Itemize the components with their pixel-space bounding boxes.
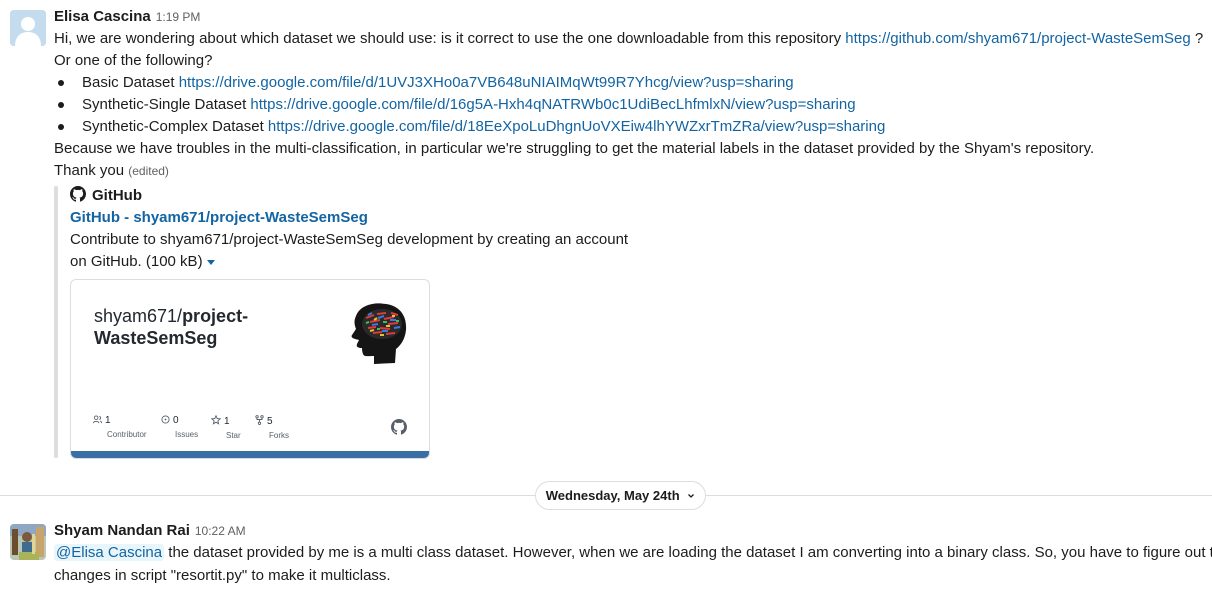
repo-name-part: project- [182, 306, 249, 326]
stat-forks: 5 Forks [255, 415, 315, 440]
card-accent-bar [71, 451, 429, 458]
chevron-down-icon[interactable] [687, 493, 695, 499]
message-text: ? [1190, 30, 1204, 47]
timestamp[interactable]: 1:19 PM [156, 10, 201, 24]
message-line: Because we have troubles in the multi-cl… [54, 140, 1095, 157]
stat-value: 1 [105, 415, 111, 426]
issue-icon [161, 415, 170, 424]
sender-name[interactable]: Elisa Cascina 1:19 PM [54, 6, 200, 28]
date-divider-label[interactable]: Wednesday, May 24th [546, 488, 680, 503]
message-line: Hi, we are wondering about which dataset… [54, 28, 1203, 50]
attachment-bar [54, 186, 58, 458]
dataset-link-synthetic-complex[interactable]: https://drive.google.com/file/d/18EeXpoL… [268, 118, 885, 135]
list-item-label: Synthetic-Complex Dataset [82, 118, 268, 135]
repo-owner: shyam671/ [94, 306, 183, 326]
date-divider-button[interactable]: Wednesday, May 24th [535, 481, 706, 510]
message-line: Or one of the following? [54, 52, 213, 69]
dataset-link-synthetic-single[interactable]: https://drive.google.com/file/d/16g5A-Hx… [250, 96, 855, 113]
bullet-icon [58, 80, 64, 86]
avatar[interactable] [10, 524, 46, 560]
stat-contributors: 1 Contributor [93, 415, 153, 439]
user-photo-avatar [10, 524, 46, 560]
edited-label: (edited) [128, 164, 169, 178]
bullet-icon [58, 102, 64, 108]
star-icon [210, 414, 222, 425]
message-line: Thank you (edited) [54, 160, 169, 182]
dataset-link-basic[interactable]: https://drive.google.com/file/d/1UVJ3XHo… [179, 74, 794, 91]
sender-name[interactable]: Shyam Nandan Rai 10:22 AM [54, 520, 246, 542]
fork-icon [255, 415, 264, 425]
avatar[interactable] [10, 10, 46, 46]
repo-card-title: shyam671/project- WasteSemSeg [94, 305, 248, 349]
message-line: changes in script "resortit.py" to make … [54, 567, 391, 584]
unfurl-title-link[interactable]: GitHub - shyam671/project-WasteSemSeg [70, 207, 368, 229]
unfurl-site-name: GitHub [92, 187, 142, 204]
message-text: the dataset provided by me is a multi cl… [164, 544, 1212, 561]
bullet-icon [58, 124, 64, 130]
sender-name-text[interactable]: Shyam Nandan Rai [54, 522, 190, 539]
people-icon [93, 415, 102, 424]
list-item: Synthetic-Complex Dataset https://drive.… [82, 116, 885, 138]
message-text: Thank you [54, 162, 129, 179]
list-item-label: Basic Dataset [82, 74, 179, 91]
unfurl-description: Contribute to shyam671/project-WasteSemS… [70, 231, 629, 248]
unfurl-description-text: on GitHub. (100 kB) [70, 253, 203, 270]
github-icon [70, 186, 86, 202]
stat-label: Forks [269, 431, 289, 440]
stat-label: Contributor [107, 430, 147, 439]
stat-value: 5 [267, 416, 273, 427]
message-text: Hi, we are wondering about which dataset… [54, 30, 846, 47]
collapse-caret-icon[interactable] [206, 259, 215, 265]
user-mention[interactable]: @Elisa Cascina [54, 544, 165, 561]
sender-name-text[interactable]: Elisa Cascina [54, 8, 151, 25]
default-avatar-icon [10, 10, 46, 46]
list-item: Synthetic-Single Dataset https://drive.g… [82, 94, 856, 116]
message-line: @Elisa Cascina the dataset provided by m… [54, 542, 1212, 564]
timestamp[interactable]: 10:22 AM [195, 524, 246, 538]
stat-value: 0 [173, 415, 179, 426]
list-item-label: Synthetic-Single Dataset [82, 96, 251, 113]
github-logo-icon [391, 419, 407, 435]
unfurl-description: on GitHub. (100 kB) [70, 251, 215, 273]
repo-link[interactable]: https://github.com/shyam671/project-Wast… [845, 30, 1190, 47]
repo-preview-card[interactable]: shyam671/project- WasteSemSeg 1 Contribu… [70, 279, 430, 459]
list-item: Basic Dataset https://drive.google.com/f… [82, 72, 794, 94]
repo-name-part: WasteSemSeg [94, 328, 218, 348]
stat-value: 1 [224, 416, 230, 427]
brain-head-illustration [351, 303, 407, 364]
unfurl-site: GitHub [70, 185, 142, 207]
